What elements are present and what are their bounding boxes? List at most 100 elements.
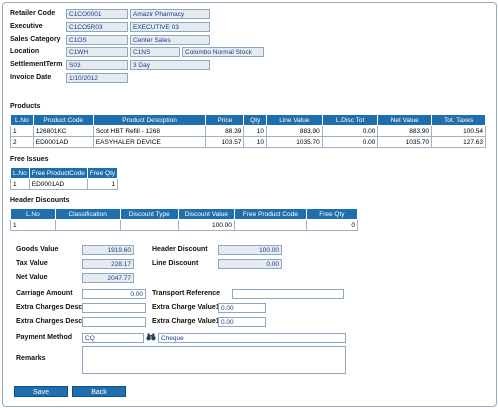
executive-name-field: EXECUTIVE 03 bbox=[130, 22, 210, 32]
net-value-label: Net Value bbox=[16, 274, 48, 281]
retailer-code-label: Retailer Code bbox=[10, 10, 56, 17]
col-line-value[interactable]: Line Value bbox=[265, 114, 323, 126]
goods-value-field: 1919.60 bbox=[82, 245, 134, 255]
cell-tot-taxes: 127.63 bbox=[431, 136, 486, 148]
free-issues-section-title: Free Issues bbox=[10, 156, 49, 163]
line-discount-label: Line Discount bbox=[152, 260, 199, 267]
extra-charges-desc1-input[interactable] bbox=[82, 303, 146, 313]
cell-discount-type bbox=[119, 219, 179, 231]
invoice-date-field[interactable]: 1/10/2012 bbox=[66, 73, 128, 83]
cell-free-qty: 0 bbox=[305, 219, 359, 231]
location-sub-field[interactable]: C1NS bbox=[130, 47, 180, 57]
col-free-product-code[interactable]: Free Product Code bbox=[233, 208, 307, 220]
col-product-description[interactable]: Product Desciption bbox=[92, 114, 207, 126]
net-value-field: 2047.77 bbox=[82, 273, 134, 283]
retailer-name-field: Amazir Pharmacy bbox=[130, 9, 210, 19]
payment-method-label: Payment Method bbox=[16, 334, 73, 341]
cell-lno: 1 bbox=[10, 125, 34, 137]
cell-line-value: 1035.70 bbox=[265, 136, 323, 148]
cell-product-code: 126801KC bbox=[32, 125, 94, 137]
cell-free-product-code: ED0001AD bbox=[28, 178, 88, 190]
col-discount-value[interactable]: Discount Value bbox=[177, 208, 235, 220]
carriage-amount-input[interactable]: 0.00 bbox=[82, 289, 146, 299]
col-free-qty[interactable]: Free Qty bbox=[86, 167, 119, 179]
col-net-value[interactable]: Net Value bbox=[377, 114, 433, 126]
location-label: Location bbox=[10, 48, 40, 55]
col-qty[interactable]: Qty bbox=[243, 114, 267, 126]
extra-charge-value1-input[interactable]: 0.00 bbox=[218, 303, 266, 313]
cell-qty: 10 bbox=[243, 136, 267, 148]
products-section-title: Products bbox=[10, 103, 41, 110]
settlement-name-field: 3 Day bbox=[130, 60, 210, 70]
cell-lno: 2 bbox=[10, 136, 34, 148]
settlement-term-label: SettlementTerm bbox=[10, 61, 63, 68]
free-issues-table: L.No Free ProductCode Free Qty 1 ED0001A… bbox=[10, 167, 119, 190]
cell-product-description: EASYHALER DEVICE bbox=[92, 136, 207, 148]
col-lno[interactable]: L.No bbox=[10, 114, 34, 126]
executive-code-field[interactable]: C1CO5R03 bbox=[66, 22, 128, 32]
cell-lno: 1 bbox=[10, 219, 56, 231]
cell-product-code: ED0001AD bbox=[32, 136, 94, 148]
table-row[interactable]: 2 ED0001AD EASYHALER DEVICE 103.57 10 10… bbox=[10, 136, 486, 148]
col-product-code[interactable]: Product Code bbox=[32, 114, 94, 126]
cell-lno: 1 bbox=[10, 178, 30, 190]
line-discount-field: 0.00 bbox=[218, 259, 282, 269]
header-discounts-section-title: Header Discounts bbox=[10, 197, 70, 204]
tax-value-field: 228.17 bbox=[82, 259, 134, 269]
extra-charges-desc2-label: Extra Charges Desc2 bbox=[16, 318, 87, 325]
table-row[interactable]: 1 126801KC Scot HBT Refill - 1268 88.39 … bbox=[10, 125, 486, 137]
cell-classification bbox=[54, 219, 121, 231]
invoice-date-label: Invoice Date bbox=[10, 74, 52, 81]
payment-method-name-field: Cheque bbox=[158, 333, 346, 343]
col-free-product-code[interactable]: Free ProductCode bbox=[28, 167, 88, 179]
tax-value-label: Tax Value bbox=[16, 260, 48, 267]
extra-charge-value2-label: Extra Charge Value1 bbox=[152, 318, 220, 325]
sales-category-name-field: Center Sales bbox=[130, 35, 210, 45]
col-tot-taxes[interactable]: Tot. Taxes bbox=[431, 114, 486, 126]
cell-price: 103.57 bbox=[205, 136, 245, 148]
payment-method-code-input[interactable]: CQ bbox=[82, 333, 144, 343]
executive-label: Executive bbox=[10, 23, 43, 30]
cell-net-value: 1035.70 bbox=[377, 136, 433, 148]
binoculars-icon[interactable] bbox=[146, 332, 156, 342]
col-lno[interactable]: L.No bbox=[10, 208, 56, 220]
products-table: L.No Product Code Product Desciption Pri… bbox=[10, 114, 486, 148]
cell-price: 88.39 bbox=[205, 125, 245, 137]
extra-charges-desc2-input[interactable] bbox=[82, 317, 146, 327]
col-line-disc-tot[interactable]: L.Disc Tot bbox=[321, 114, 379, 126]
sales-category-label: Sales Category bbox=[10, 36, 61, 43]
extra-charges-desc1-label: Extra Charges Desc1 bbox=[16, 304, 87, 311]
save-button[interactable]: Save bbox=[14, 386, 68, 397]
goods-value-label: Goods Value bbox=[16, 246, 59, 253]
cell-free-product-code bbox=[233, 219, 307, 231]
back-button[interactable]: Back bbox=[72, 386, 126, 397]
retailer-code-field[interactable]: C1CO0001 bbox=[66, 9, 128, 19]
col-classification[interactable]: Classification bbox=[54, 208, 121, 220]
table-row[interactable]: 1 100.00 0 bbox=[10, 219, 359, 231]
cell-product-description: Scot HBT Refill - 1268 bbox=[92, 125, 207, 137]
header-discounts-table: L.No Classification Discount Type Discou… bbox=[10, 208, 359, 231]
cell-discount-value: 100.00 bbox=[177, 219, 235, 231]
cell-qty: 10 bbox=[243, 125, 267, 137]
sales-category-code-field[interactable]: C1OS bbox=[66, 35, 128, 45]
extra-charge-value1-label: Extra Charge Value1 bbox=[152, 304, 220, 311]
remarks-textarea[interactable] bbox=[82, 346, 346, 374]
carriage-amount-label: Carriage Amount bbox=[16, 290, 73, 297]
location-code-field[interactable]: C1WH bbox=[66, 47, 128, 57]
header-discount-label: Header Discount bbox=[152, 246, 208, 253]
cell-line-disc-tot: 0.00 bbox=[321, 125, 379, 137]
col-discount-type[interactable]: Discount Type bbox=[119, 208, 179, 220]
col-free-qty[interactable]: Free Qty bbox=[305, 208, 359, 220]
location-name-field: Colombo Normal Stock bbox=[182, 47, 264, 57]
transport-reference-label: Transport Reference bbox=[152, 290, 221, 297]
header-discount-field: 100.00 bbox=[218, 245, 282, 255]
cell-tot-taxes: 100.54 bbox=[431, 125, 486, 137]
cell-line-disc-tot: 0.00 bbox=[321, 136, 379, 148]
extra-charge-value2-input[interactable]: 0.00 bbox=[218, 317, 266, 327]
col-price[interactable]: Price bbox=[205, 114, 245, 126]
table-row[interactable]: 1 ED0001AD 1 bbox=[10, 178, 119, 190]
settlement-code-field[interactable]: S03 bbox=[66, 60, 128, 70]
transport-reference-input[interactable] bbox=[232, 289, 344, 299]
cell-free-qty: 1 bbox=[86, 178, 119, 190]
col-lno[interactable]: L.No bbox=[10, 167, 30, 179]
